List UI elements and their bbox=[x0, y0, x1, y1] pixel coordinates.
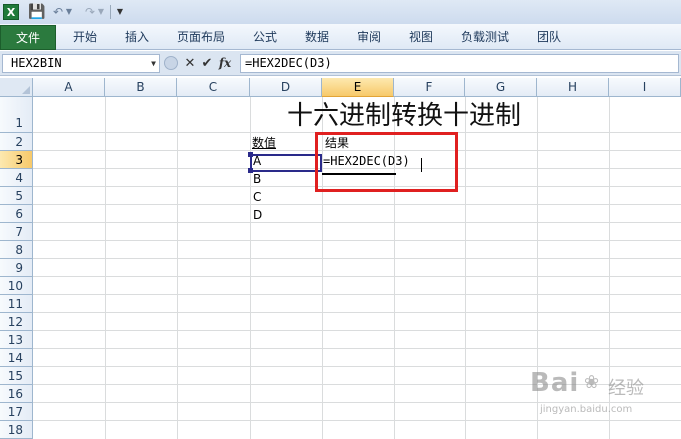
gridline bbox=[33, 258, 681, 259]
redo-dropdown-icon[interactable]: ▼ bbox=[96, 4, 106, 20]
gridline bbox=[177, 97, 178, 439]
row-header-7[interactable]: 7 bbox=[0, 223, 33, 241]
row-header-9[interactable]: 9 bbox=[0, 259, 33, 277]
selection-handle[interactable] bbox=[248, 152, 253, 157]
gridline bbox=[33, 222, 681, 223]
column-header-f[interactable]: F bbox=[394, 78, 465, 97]
row-header-6[interactable]: 6 bbox=[0, 205, 33, 223]
row-header-8[interactable]: 8 bbox=[0, 241, 33, 259]
row-header-5[interactable]: 5 bbox=[0, 187, 33, 205]
sheet-title[interactable]: 十六进制转换十进制 bbox=[287, 98, 521, 134]
toolbar-separator bbox=[110, 5, 111, 19]
gridline bbox=[33, 294, 681, 295]
watermark-url: jingyan.baidu.com bbox=[540, 404, 633, 415]
gridline bbox=[33, 366, 681, 367]
ribbon-tab-bar: 文件 开始 插入 页面布局 公式 数据 审阅 视图 负载测试 团队 bbox=[0, 24, 681, 50]
gridline bbox=[33, 348, 681, 349]
gridline bbox=[33, 240, 681, 241]
formula-bar: HEX2BIN ▼ ✕ ✔ fx =HEX2DEC(D3) bbox=[0, 51, 681, 76]
tab-home[interactable]: 开始 bbox=[62, 24, 108, 50]
row-header-14[interactable]: 14 bbox=[0, 349, 33, 367]
cell-d6[interactable]: D bbox=[253, 206, 262, 224]
row-header-2[interactable]: 2 bbox=[0, 133, 33, 151]
select-all-button[interactable] bbox=[0, 78, 33, 97]
referenced-cell-outline bbox=[250, 154, 322, 172]
save-icon[interactable]: 💾 bbox=[28, 4, 45, 20]
row-header-16[interactable]: 16 bbox=[0, 385, 33, 403]
gridline bbox=[33, 312, 681, 313]
row-header-13[interactable]: 13 bbox=[0, 331, 33, 349]
gridline bbox=[465, 97, 466, 439]
row-header-10[interactable]: 10 bbox=[0, 277, 33, 295]
watermark-logo: Bai bbox=[530, 368, 580, 398]
selection-handle[interactable] bbox=[248, 168, 253, 173]
select-all-icon bbox=[22, 86, 30, 94]
cell-d5[interactable]: C bbox=[253, 188, 261, 206]
gridline bbox=[105, 97, 106, 439]
cancel-icon[interactable]: ✕ bbox=[182, 54, 198, 73]
paw-icon: ❀ bbox=[584, 372, 600, 393]
tab-data[interactable]: 数据 bbox=[296, 24, 338, 50]
title-bar: X 💾 ↶ ▼ ↷ ▼ ▼ bbox=[0, 0, 681, 24]
row-header-3[interactable]: 3 bbox=[0, 151, 33, 169]
name-box[interactable]: HEX2BIN ▼ bbox=[2, 54, 160, 73]
column-header-b[interactable]: B bbox=[105, 78, 177, 97]
watermark-suffix: 经验 bbox=[608, 378, 644, 399]
excel-app-icon[interactable]: X bbox=[3, 4, 19, 20]
column-header-h[interactable]: H bbox=[537, 78, 609, 97]
row-header-15[interactable]: 15 bbox=[0, 367, 33, 385]
column-header-a[interactable]: A bbox=[33, 78, 105, 97]
tab-formulas[interactable]: 公式 bbox=[244, 24, 286, 50]
undo-dropdown-icon[interactable]: ▼ bbox=[64, 4, 74, 20]
row-header-18[interactable]: 18 bbox=[0, 421, 33, 439]
gridline bbox=[33, 276, 681, 277]
cell-d4[interactable]: B bbox=[253, 170, 261, 188]
gridline bbox=[250, 97, 251, 439]
customize-toolbar-icon[interactable]: ▼ bbox=[114, 4, 126, 20]
tab-file[interactable]: 文件 bbox=[0, 25, 56, 50]
column-header-e[interactable]: E bbox=[322, 78, 394, 97]
row-header-11[interactable]: 11 bbox=[0, 295, 33, 313]
insert-function-icon[interactable]: fx bbox=[217, 54, 233, 73]
row-header-12[interactable]: 12 bbox=[0, 313, 33, 331]
tab-load-test[interactable]: 负载测试 bbox=[452, 24, 518, 50]
name-box-value: HEX2BIN bbox=[11, 56, 62, 70]
gridline bbox=[33, 330, 681, 331]
tab-view[interactable]: 视图 bbox=[400, 24, 442, 50]
tab-insert[interactable]: 插入 bbox=[114, 24, 160, 50]
tab-review[interactable]: 审阅 bbox=[348, 24, 390, 50]
watermark: Bai ❀ 经验 jingyan.baidu.com bbox=[530, 368, 675, 434]
tab-page-layout[interactable]: 页面布局 bbox=[170, 24, 232, 50]
formula-input[interactable]: =HEX2DEC(D3) bbox=[240, 54, 679, 73]
column-header-d[interactable]: D bbox=[250, 78, 322, 97]
chevron-down-icon[interactable]: ▼ bbox=[151, 55, 156, 72]
enter-check-icon[interactable]: ✔ bbox=[199, 54, 215, 73]
cell-d2[interactable]: 数值 bbox=[252, 134, 276, 152]
column-header-g[interactable]: G bbox=[465, 78, 537, 97]
formula-bar-splitter[interactable] bbox=[164, 56, 178, 70]
row-header-4[interactable]: 4 bbox=[0, 169, 33, 187]
column-header-c[interactable]: C bbox=[177, 78, 250, 97]
tab-team[interactable]: 团队 bbox=[528, 24, 570, 50]
row-header-1[interactable]: 1 bbox=[0, 97, 33, 133]
red-highlight-box bbox=[315, 132, 458, 192]
column-header-i[interactable]: I bbox=[609, 78, 681, 97]
row-header-17[interactable]: 17 bbox=[0, 403, 33, 421]
gridline bbox=[33, 204, 681, 205]
